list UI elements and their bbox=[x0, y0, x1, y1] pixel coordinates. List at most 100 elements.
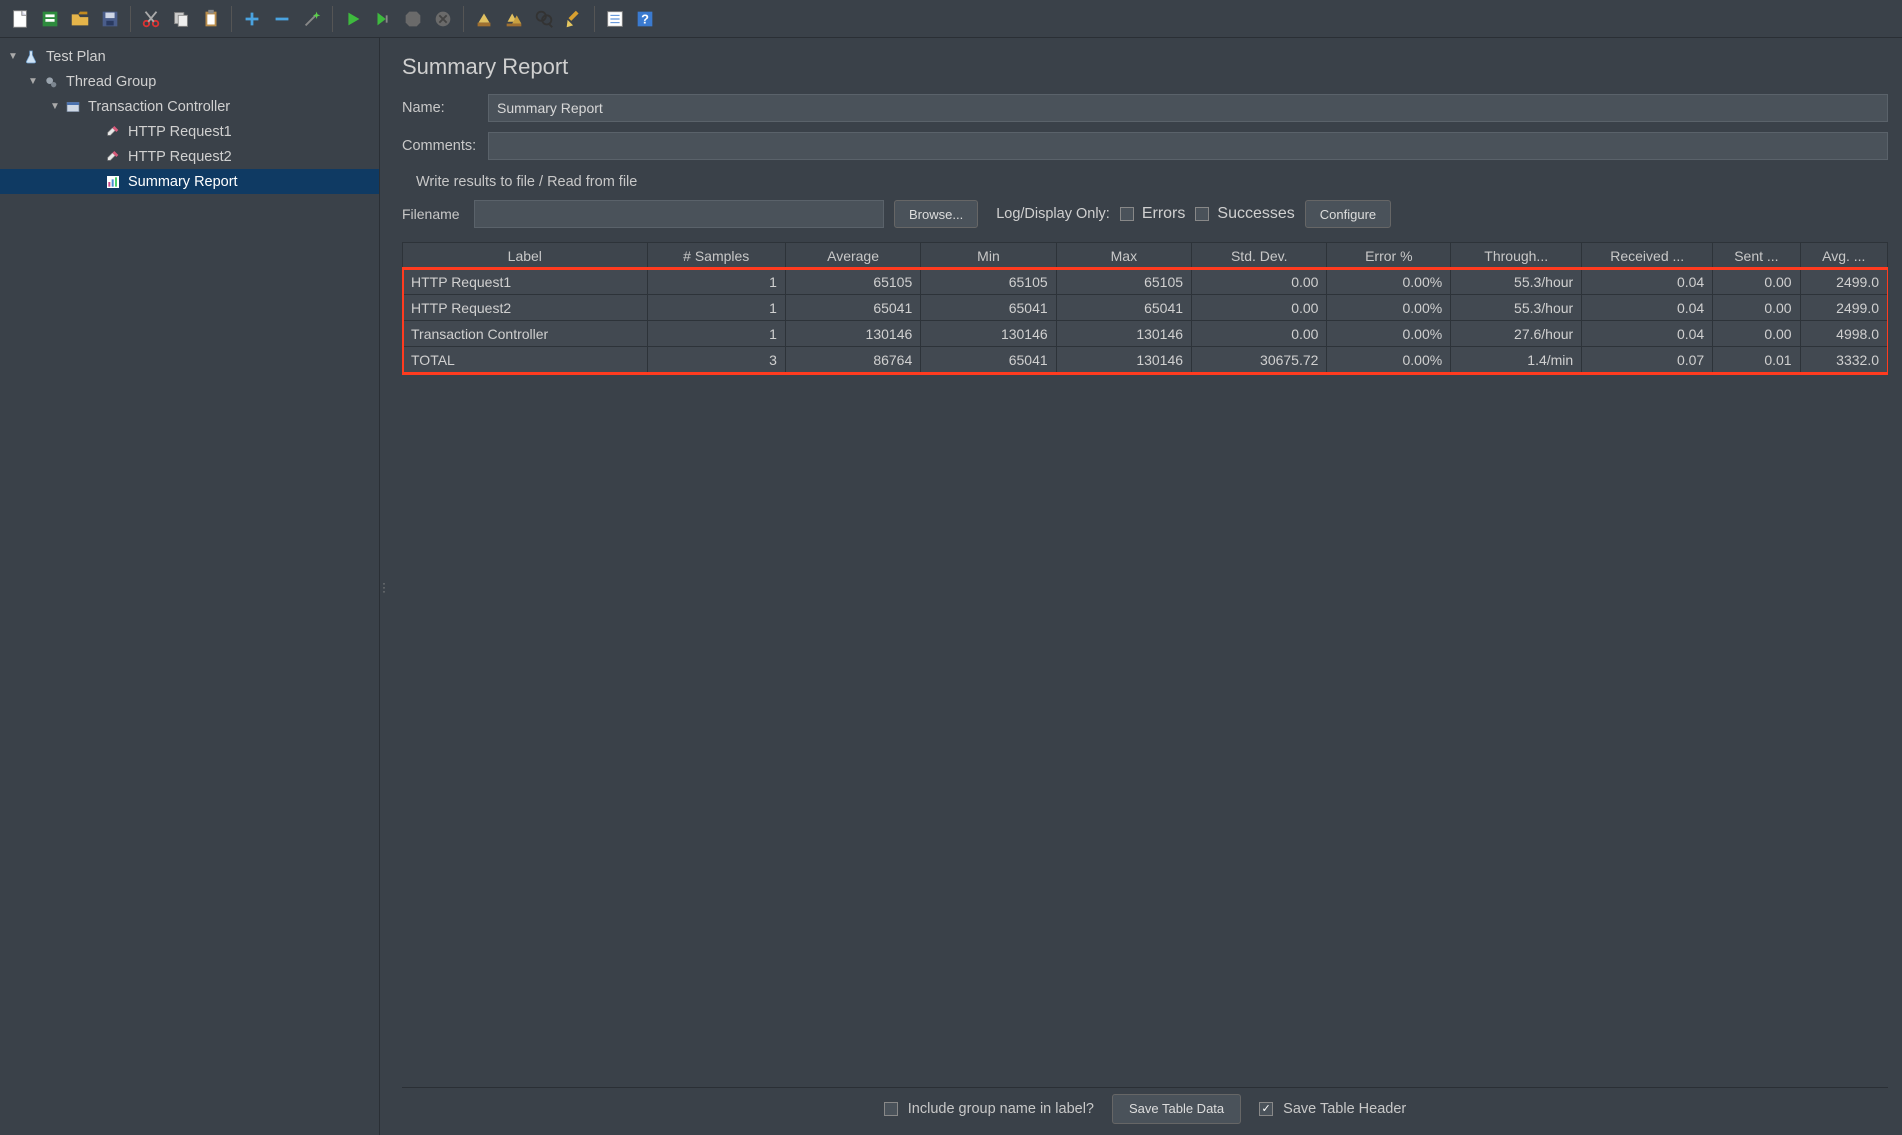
successes-checkbox[interactable] bbox=[1195, 207, 1209, 221]
toolbar-separator bbox=[463, 6, 464, 32]
comments-label: Comments: bbox=[402, 138, 488, 154]
footer: Include group name in label? Save Table … bbox=[402, 1087, 1888, 1129]
filename-row: Filename Browse... Log/Display Only: Err… bbox=[402, 200, 1888, 228]
summary-table: Label# SamplesAverageMinMaxStd. Dev.Erro… bbox=[402, 242, 1888, 373]
plus-icon[interactable] bbox=[238, 5, 266, 33]
errors-checkbox[interactable] bbox=[1120, 207, 1134, 221]
broom-icon[interactable] bbox=[560, 5, 588, 33]
table-cell: 65041 bbox=[921, 295, 1056, 321]
run-icon[interactable] bbox=[339, 5, 367, 33]
copy-icon[interactable] bbox=[167, 5, 195, 33]
table-column-header[interactable]: Sent ... bbox=[1713, 243, 1800, 269]
gears-icon bbox=[42, 73, 60, 91]
tree-item-label: Transaction Controller bbox=[88, 99, 230, 115]
dropper-icon bbox=[104, 123, 122, 141]
table-column-header[interactable]: Average bbox=[785, 243, 920, 269]
run-remote-icon[interactable] bbox=[369, 5, 397, 33]
table-cell: 65041 bbox=[785, 295, 920, 321]
clear-icon[interactable] bbox=[470, 5, 498, 33]
tree-item-label: Test Plan bbox=[46, 49, 106, 65]
table-cell: 0.00 bbox=[1713, 295, 1800, 321]
table-column-header[interactable]: Through... bbox=[1451, 243, 1582, 269]
name-row: Name: bbox=[402, 94, 1888, 122]
minus-icon[interactable] bbox=[268, 5, 296, 33]
table-cell: 4998.0 bbox=[1800, 321, 1887, 347]
clear-all-icon[interactable] bbox=[500, 5, 528, 33]
tree-item[interactable]: HTTP Request1 bbox=[0, 119, 379, 144]
tree-toggle-icon[interactable]: ▼ bbox=[6, 51, 20, 62]
table-column-header[interactable]: # Samples bbox=[647, 243, 785, 269]
table-column-header[interactable]: Error % bbox=[1327, 243, 1451, 269]
options-icon[interactable] bbox=[601, 5, 629, 33]
tree-item-label: Thread Group bbox=[66, 74, 156, 90]
tree-item[interactable]: Summary Report bbox=[0, 169, 379, 194]
tree-toggle-icon[interactable]: ▼ bbox=[26, 76, 40, 87]
open-icon[interactable] bbox=[66, 5, 94, 33]
table-row[interactable]: HTTP Request216504165041650410.000.00%55… bbox=[403, 295, 1888, 321]
stop-icon[interactable] bbox=[399, 5, 427, 33]
table-cell: 3 bbox=[647, 347, 785, 373]
table-cell: TOTAL bbox=[403, 347, 648, 373]
save-table-data-button[interactable]: Save Table Data bbox=[1112, 1094, 1241, 1124]
table-cell: 1 bbox=[647, 295, 785, 321]
table-column-header[interactable]: Max bbox=[1056, 243, 1191, 269]
table-row[interactable]: HTTP Request116510565105651050.000.00%55… bbox=[403, 269, 1888, 295]
table-cell: 0.00% bbox=[1327, 295, 1451, 321]
paste-icon[interactable] bbox=[197, 5, 225, 33]
toolbar-separator bbox=[594, 6, 595, 32]
table-cell: 130146 bbox=[1056, 321, 1191, 347]
table-column-header[interactable]: Std. Dev. bbox=[1192, 243, 1327, 269]
tree-item-label: HTTP Request1 bbox=[128, 124, 232, 140]
table-cell: 65041 bbox=[921, 347, 1056, 373]
table-cell: 0.00% bbox=[1327, 269, 1451, 295]
save-header-checkbox-group: Save Table Header bbox=[1259, 1101, 1406, 1117]
table-cell: HTTP Request1 bbox=[403, 269, 648, 295]
include-group-checkbox-group: Include group name in label? bbox=[884, 1101, 1094, 1117]
table-cell: 30675.72 bbox=[1192, 347, 1327, 373]
wand-icon[interactable] bbox=[298, 5, 326, 33]
name-input[interactable] bbox=[488, 94, 1888, 122]
shutdown-icon[interactable] bbox=[429, 5, 457, 33]
table-cell: 2499.0 bbox=[1800, 269, 1887, 295]
table-cell: 65105 bbox=[921, 269, 1056, 295]
tree-item[interactable]: ▼ Test Plan bbox=[0, 44, 379, 69]
file-section-label: Write results to file / Read from file bbox=[416, 174, 1888, 190]
comments-row: Comments: bbox=[402, 132, 1888, 160]
table-cell: 130146 bbox=[921, 321, 1056, 347]
tree-item-label: HTTP Request2 bbox=[128, 149, 232, 165]
splitter[interactable]: ··· bbox=[380, 38, 388, 1135]
comments-input[interactable] bbox=[488, 132, 1888, 160]
cut-icon[interactable] bbox=[137, 5, 165, 33]
table-column-header[interactable]: Avg. ... bbox=[1800, 243, 1887, 269]
configure-button[interactable]: Configure bbox=[1305, 200, 1391, 228]
table-column-header[interactable]: Label bbox=[403, 243, 648, 269]
tree-item[interactable]: ▼ Transaction Controller bbox=[0, 94, 379, 119]
tree-item[interactable]: HTTP Request2 bbox=[0, 144, 379, 169]
tree-item[interactable]: ▼ Thread Group bbox=[0, 69, 379, 94]
table-row[interactable]: Transaction Controller113014613014613014… bbox=[403, 321, 1888, 347]
find-icon[interactable] bbox=[530, 5, 558, 33]
save-icon[interactable] bbox=[96, 5, 124, 33]
include-group-label: Include group name in label? bbox=[908, 1101, 1094, 1117]
save-header-checkbox[interactable] bbox=[1259, 1102, 1273, 1116]
table-column-header[interactable]: Min bbox=[921, 243, 1056, 269]
table-cell: 55.3/hour bbox=[1451, 295, 1582, 321]
table-cell: 0.00% bbox=[1327, 347, 1451, 373]
table-column-header[interactable]: Received ... bbox=[1582, 243, 1713, 269]
table-cell: Transaction Controller bbox=[403, 321, 648, 347]
tree-panel: ▼ Test Plan ▼ Thread Group ▼ Transaction Cont… bbox=[0, 38, 380, 1135]
table-row[interactable]: TOTAL3867646504113014630675.720.00%1.4/m… bbox=[403, 347, 1888, 373]
dropper-icon bbox=[104, 148, 122, 166]
new-icon[interactable] bbox=[6, 5, 34, 33]
table-cell: 86764 bbox=[785, 347, 920, 373]
table-cell: 55.3/hour bbox=[1451, 269, 1582, 295]
tree-toggle-icon[interactable]: ▼ bbox=[48, 101, 62, 112]
help-icon[interactable]: ? bbox=[631, 5, 659, 33]
successes-checkbox-group: Successes bbox=[1195, 205, 1294, 223]
include-group-checkbox[interactable] bbox=[884, 1102, 898, 1116]
templates-icon[interactable] bbox=[36, 5, 64, 33]
filename-input[interactable] bbox=[474, 200, 884, 228]
table-cell: 0.00 bbox=[1192, 269, 1327, 295]
browse-button[interactable]: Browse... bbox=[894, 200, 978, 228]
table-cell: HTTP Request2 bbox=[403, 295, 648, 321]
